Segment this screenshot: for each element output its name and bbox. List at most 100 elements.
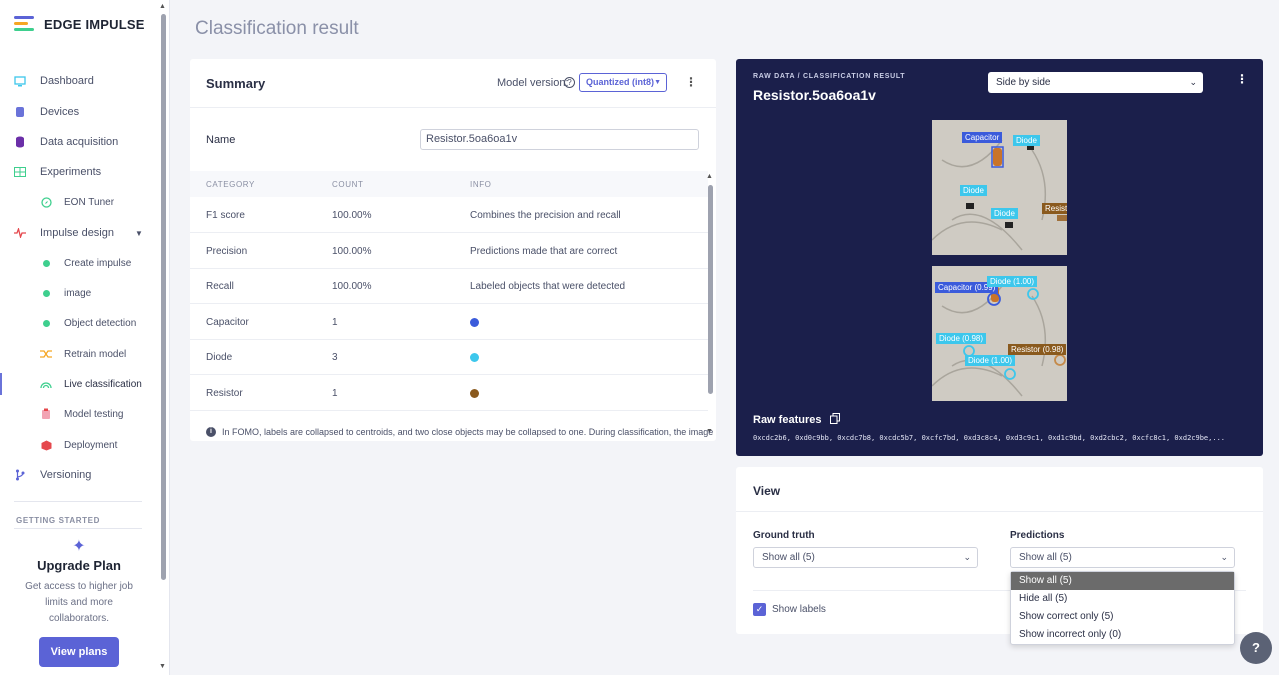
- cell-count: 1: [332, 317, 338, 328]
- cell-count: 100.00%: [332, 246, 372, 257]
- view-divider: [736, 511, 1263, 512]
- column-header: COUNT: [332, 180, 364, 189]
- table-row: Precision 100.00% Predictions made that …: [190, 234, 708, 269]
- sidebar-item-versioning[interactable]: Versioning: [0, 464, 160, 486]
- info-icon: i: [206, 427, 216, 437]
- prediction-label: Diode (0.98): [936, 333, 987, 344]
- raw-features-title: Raw features: [753, 414, 822, 426]
- ground-truth-value: Show all (5): [762, 552, 815, 563]
- sidebar-scrollbar[interactable]: [161, 14, 166, 580]
- green-dot-icon: [40, 257, 52, 269]
- chevron-down-icon[interactable]: ▼: [135, 229, 143, 238]
- cube-icon: [40, 439, 52, 451]
- pulse-icon: [14, 227, 26, 239]
- cell-category: Capacitor: [206, 317, 249, 328]
- sparkle-icon: ✦: [72, 538, 86, 555]
- cell-info: Labeled objects that were detected: [470, 281, 626, 292]
- sidebar-item-retrain-model[interactable]: Retrain model: [0, 343, 160, 365]
- scroll-up-icon[interactable]: ▲: [159, 3, 166, 10]
- capacitor-color-dot: [470, 318, 479, 327]
- database-icon: [14, 136, 26, 148]
- sidebar-item-experiments[interactable]: Experiments: [0, 161, 160, 183]
- predictions-label: Predictions: [1010, 530, 1065, 541]
- help-button[interactable]: ?: [1240, 632, 1272, 664]
- chevron-down-icon: ⌄: [1189, 77, 1197, 87]
- scroll-up-icon[interactable]: ▲: [706, 173, 713, 180]
- raw-features-label: Raw features: [753, 413, 840, 427]
- chevron-down-icon: ⌄: [963, 552, 971, 562]
- table-header: CATEGORY COUNT INFO: [190, 171, 708, 197]
- sidebar-item-model-testing[interactable]: Model testing: [0, 403, 160, 425]
- sidebar-item-impulse-design[interactable]: Impulse design ▼: [0, 222, 160, 244]
- upgrade-plan-card: ✦ Upgrade Plan Get access to higher job …: [0, 528, 158, 675]
- branch-icon: [14, 469, 26, 481]
- predictions-value: Show all (5): [1019, 552, 1072, 563]
- model-version-select[interactable]: Quantized (int8) ▼: [579, 73, 667, 92]
- signal-icon: [40, 378, 52, 390]
- sidebar-divider: [14, 501, 142, 502]
- show-labels-checkbox[interactable]: ✓: [753, 603, 766, 616]
- cell-category: Resistor: [206, 388, 243, 399]
- dropdown-option[interactable]: Show incorrect only (0): [1011, 626, 1234, 644]
- prediction-label: Diode (1.00): [965, 355, 1016, 366]
- sidebar-item-live-classification[interactable]: Live classification: [0, 373, 160, 395]
- prediction-label: Resistor (0.98): [1008, 344, 1067, 355]
- sidebar-item-devices[interactable]: Devices: [0, 101, 160, 123]
- model-version-label: Model version:: [497, 77, 569, 89]
- column-header: CATEGORY: [206, 180, 255, 189]
- sidebar-item-image[interactable]: image: [0, 282, 160, 304]
- monitor-icon: [14, 75, 26, 87]
- compass-icon: [40, 196, 52, 208]
- sidebar-item-object-detection[interactable]: Object detection: [0, 312, 160, 334]
- copy-icon[interactable]: [829, 413, 840, 427]
- sidebar-item-deployment[interactable]: Deployment: [0, 434, 160, 456]
- sidebar-item-data-acquisition[interactable]: Data acquisition: [0, 131, 160, 153]
- diode-color-dot: [470, 353, 479, 362]
- dropdown-option[interactable]: Hide all (5): [1011, 590, 1234, 608]
- ground-truth-label: Resistor: [1042, 203, 1067, 214]
- chevron-down-icon: ⌄: [1220, 552, 1228, 562]
- ground-truth-select[interactable]: Show all (5) ⌄: [753, 547, 978, 568]
- more-options-icon[interactable]: ⋮: [685, 75, 697, 89]
- brand-name: EDGE IMPULSE: [44, 16, 145, 32]
- cell-category: Recall: [206, 281, 234, 292]
- cell-info: Combines the precision and recall: [470, 210, 621, 221]
- caret-down-icon: ▼: [654, 79, 661, 86]
- upgrade-description: Get access to higher job limits and more…: [25, 581, 133, 624]
- view-mode-value: Side by side: [996, 77, 1051, 88]
- predictions-dropdown: Show all (5) Hide all (5) Show correct o…: [1010, 571, 1235, 645]
- cell-info: Predictions made that are correct: [470, 246, 618, 257]
- device-icon: [14, 106, 26, 118]
- scroll-down-icon[interactable]: ▼: [159, 663, 166, 670]
- fomo-footnote: i In FOMO, labels are collapsed to centr…: [206, 427, 713, 437]
- table-row: Capacitor 1: [190, 305, 708, 340]
- dropdown-option[interactable]: Show all (5): [1011, 572, 1234, 590]
- table-row: Diode 3: [190, 340, 708, 375]
- sidebar-item-create-impulse[interactable]: Create impulse: [0, 252, 160, 274]
- view-plans-button[interactable]: View plans: [39, 637, 119, 667]
- help-icon[interactable]: ?: [564, 77, 575, 88]
- footnote-text: In FOMO, labels are collapsed to centroi…: [222, 427, 714, 437]
- table-scrollbar[interactable]: [708, 185, 713, 394]
- sample-title: Resistor.5oa6oa1v: [753, 87, 876, 103]
- summary-card: Summary Model version: ? Quantized (int8…: [190, 59, 716, 441]
- sidebar-item-dashboard[interactable]: Dashboard: [0, 70, 160, 92]
- question-icon: ?: [1252, 640, 1260, 655]
- edge-impulse-logo-icon: [14, 15, 36, 33]
- brand-logo[interactable]: EDGE IMPULSE: [14, 15, 145, 33]
- dropdown-option[interactable]: Show correct only (5): [1011, 608, 1234, 626]
- raw-features-value: 0xcdc2b6, 0xd0c9bb, 0xcdc7b8, 0xcdc5b7, …: [753, 434, 1226, 442]
- upgrade-title: Upgrade Plan: [37, 558, 121, 573]
- ground-truth-label: Capacitor: [962, 132, 1003, 143]
- cell-count: 1: [332, 388, 338, 399]
- cell-count: 100.00%: [332, 281, 372, 292]
- prediction-image: Capacitor (0.99) Diode (1.00) Diode (0.9…: [932, 266, 1067, 401]
- ground-truth-image: Capacitor Diode Diode Diode Resistor: [932, 120, 1067, 255]
- resistor-color-dot: [470, 389, 479, 398]
- name-input[interactable]: Resistor.5oa6oa1v: [420, 129, 699, 150]
- view-mode-select[interactable]: Side by side ⌄: [988, 72, 1203, 93]
- predictions-select[interactable]: Show all (5) ⌄: [1010, 547, 1235, 568]
- raw-data-subtitle: RAW DATA / CLASSIFICATION RESULT: [753, 73, 906, 80]
- sidebar-item-eon-tuner[interactable]: EON Tuner: [0, 191, 160, 213]
- more-options-icon[interactable]: ⋮: [1236, 72, 1248, 86]
